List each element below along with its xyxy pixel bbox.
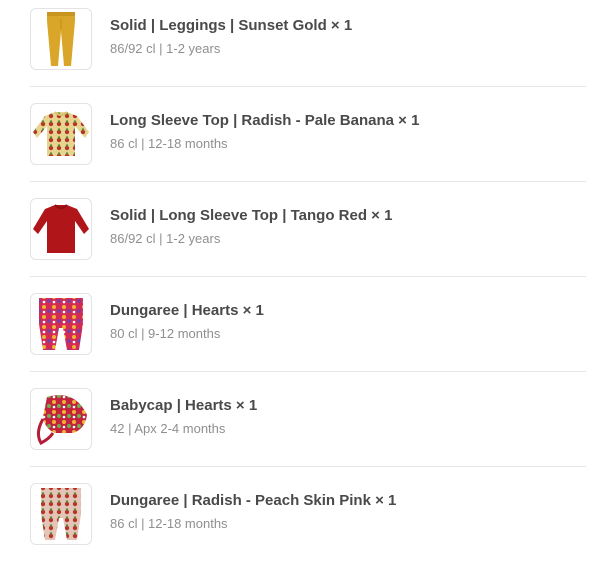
divider bbox=[30, 276, 586, 277]
order-item: Dungaree | Radish - Peach Skin Pink × 1 … bbox=[30, 483, 586, 578]
item-variant: 80 cl | 9-12 months bbox=[110, 326, 221, 341]
dungaree-icon bbox=[41, 488, 81, 540]
item-title: Long Sleeve Top | Radish - Pale Banana ×… bbox=[110, 112, 420, 129]
order-items-list: Solid | Leggings | Sunset Gold × 1 86/92… bbox=[0, 0, 591, 569]
product-thumbnail[interactable] bbox=[30, 293, 92, 355]
order-item: Babycap | Hearts × 1 42 | Apx 2-4 months bbox=[30, 388, 586, 483]
order-item: Dungaree | Hearts × 1 80 cl | 9-12 month… bbox=[30, 293, 586, 388]
order-item: Solid | Long Sleeve Top | Tango Red × 1 … bbox=[30, 198, 586, 293]
divider bbox=[30, 466, 586, 467]
long-sleeve-top-icon bbox=[33, 111, 89, 156]
product-thumbnail[interactable] bbox=[30, 388, 92, 450]
item-title: Babycap | Hearts × 1 bbox=[110, 397, 258, 414]
babycap-icon bbox=[36, 395, 87, 445]
product-thumbnail[interactable] bbox=[30, 103, 92, 165]
product-thumbnail[interactable] bbox=[30, 198, 92, 260]
item-variant: 86 cl | 12-18 months bbox=[110, 516, 228, 531]
product-thumbnail[interactable] bbox=[30, 483, 92, 545]
item-title: Dungaree | Radish - Peach Skin Pink × 1 bbox=[110, 492, 397, 509]
order-item: Solid | Leggings | Sunset Gold × 1 86/92… bbox=[30, 8, 586, 103]
long-sleeve-top-icon bbox=[33, 204, 89, 253]
order-item: Long Sleeve Top | Radish - Pale Banana ×… bbox=[30, 103, 586, 198]
item-variant: 42 | Apx 2-4 months bbox=[110, 421, 226, 436]
item-variant: 86 cl | 12-18 months bbox=[110, 136, 228, 151]
item-title: Solid | Leggings | Sunset Gold × 1 bbox=[110, 17, 353, 34]
product-thumbnail[interactable] bbox=[30, 8, 92, 70]
divider bbox=[30, 371, 586, 372]
item-variant: 86/92 cl | 1-2 years bbox=[110, 41, 221, 56]
item-title: Dungaree | Hearts × 1 bbox=[110, 302, 264, 319]
item-variant: 86/92 cl | 1-2 years bbox=[110, 231, 221, 246]
leggings-icon bbox=[47, 12, 75, 66]
divider bbox=[30, 86, 586, 87]
divider bbox=[30, 181, 586, 182]
dungaree-icon bbox=[39, 298, 83, 350]
item-title: Solid | Long Sleeve Top | Tango Red × 1 bbox=[110, 207, 393, 224]
